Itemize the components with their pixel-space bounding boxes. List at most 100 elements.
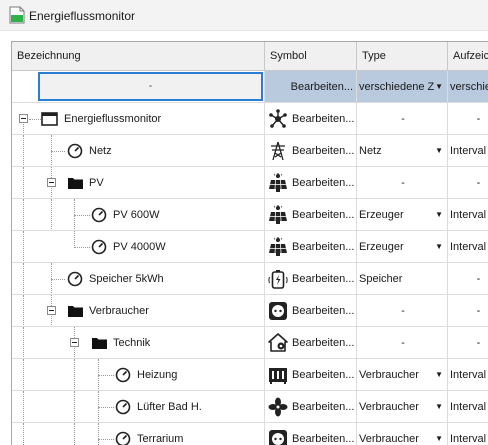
aggregation-value: Interval bbox=[450, 369, 487, 381]
symbol-edit-label: Bearbeiten... bbox=[292, 369, 355, 381]
type-dropdown[interactable]: Verbraucher ▼ bbox=[357, 391, 448, 423]
tree-row[interactable]: Lüfter Bad H. Bearbeiten... Verbraucher … bbox=[12, 391, 488, 423]
chevron-down-icon[interactable]: ▼ bbox=[435, 231, 443, 262]
aggregation-value: - bbox=[476, 113, 481, 125]
collapse-toggle[interactable] bbox=[70, 338, 79, 347]
power-outlet-icon bbox=[269, 302, 287, 320]
symbol-edit-label: Bearbeiten... bbox=[292, 177, 355, 189]
aggregation-value: Interval bbox=[450, 241, 487, 253]
symbol-edit-label: Bearbeiten... bbox=[292, 273, 355, 285]
aggregation-value: - bbox=[476, 273, 481, 285]
tree-item-label: Terrarium bbox=[137, 433, 184, 445]
type-dropdown[interactable]: Verbraucher ▼ bbox=[357, 423, 448, 445]
filter-symbol-label: Bearbeiten... bbox=[290, 81, 353, 93]
filter-name-cell: - bbox=[12, 71, 265, 103]
chevron-down-icon[interactable]: ▼ bbox=[435, 391, 443, 422]
chevron-down-icon[interactable]: ▼ bbox=[435, 71, 443, 102]
column-header-name[interactable]: Bezeichnung bbox=[12, 42, 265, 71]
type-value: Speicher bbox=[359, 273, 403, 285]
gauge-icon bbox=[115, 399, 131, 415]
tree-item-label: Speicher 5kWh bbox=[89, 273, 164, 285]
collapse-toggle[interactable] bbox=[47, 306, 56, 315]
battery-storage-icon bbox=[268, 270, 288, 289]
gauge-icon bbox=[115, 431, 131, 445]
type-dropdown[interactable]: Erzeuger ▼ bbox=[357, 199, 448, 231]
type-value: Verbraucher bbox=[359, 369, 419, 381]
tree-row[interactable]: PV 4000W Bearbeiten... Erzeuger ▼ Interv… bbox=[12, 231, 488, 263]
tree-row[interactable]: Technik Bearbeiten... - - bbox=[12, 327, 488, 359]
tree-item-label: PV 600W bbox=[113, 209, 160, 221]
filter-type-value: verschiedene Z bbox=[359, 81, 435, 93]
tree-row[interactable]: Speicher 5kWh Bearbeiten... Speicher - bbox=[12, 263, 488, 295]
tree-item-label: PV 4000W bbox=[113, 241, 166, 253]
aggregation-value: Interval bbox=[450, 433, 487, 445]
column-header-type[interactable]: Type bbox=[357, 42, 448, 71]
network-nodes-icon bbox=[269, 109, 287, 128]
filter-name-input[interactable]: - bbox=[38, 72, 263, 101]
symbol-edit-label: Bearbeiten... bbox=[292, 145, 355, 157]
tree-row[interactable]: Terrarium Bearbeiten... Verbraucher ▼ In… bbox=[12, 423, 488, 445]
fan-icon bbox=[268, 397, 288, 417]
folder-icon bbox=[68, 178, 83, 189]
column-header-symbol[interactable]: Symbol bbox=[265, 42, 357, 71]
tree-item-label: PV bbox=[89, 177, 104, 189]
gauge-icon bbox=[67, 271, 83, 287]
type-dropdown[interactable]: Erzeuger ▼ bbox=[357, 231, 448, 263]
tree-row[interactable]: Heizung Bearbeiten... Verbraucher ▼ Inte… bbox=[12, 359, 488, 391]
aggregation-value: - bbox=[476, 305, 481, 317]
window-icon bbox=[41, 112, 58, 126]
type-dropdown[interactable]: Verbraucher ▼ bbox=[357, 359, 448, 391]
symbol-edit-label: Bearbeiten... bbox=[292, 433, 355, 445]
aggregation-value: - bbox=[476, 177, 481, 189]
chevron-down-icon[interactable]: ▼ bbox=[435, 135, 443, 166]
chevron-down-icon[interactable]: ▼ bbox=[435, 359, 443, 390]
tree-item-label: Netz bbox=[89, 145, 112, 157]
chevron-down-icon[interactable]: ▼ bbox=[435, 199, 443, 230]
tree-item-label: Energieflussmonitor bbox=[64, 113, 162, 125]
type-value: - bbox=[401, 177, 405, 189]
gauge-icon bbox=[115, 367, 131, 383]
tree-row[interactable]: PV Bearbeiten... - - bbox=[12, 167, 488, 199]
solar-panel-icon bbox=[269, 237, 287, 256]
type-dropdown[interactable]: Netz ▼ bbox=[357, 135, 448, 167]
folder-icon bbox=[92, 338, 107, 349]
filter-symbol-cell[interactable]: Bearbeiten... bbox=[265, 71, 357, 103]
type-value: Netz bbox=[359, 145, 382, 157]
filter-aggregation-value: verschie bbox=[450, 81, 488, 93]
symbol-edit-label: Bearbeiten... bbox=[292, 337, 355, 349]
gauge-icon bbox=[91, 207, 107, 223]
heater-icon bbox=[269, 368, 287, 384]
solar-panel-icon bbox=[269, 173, 287, 192]
type-value: Erzeuger bbox=[359, 241, 404, 253]
tree-row[interactable]: PV 600W Bearbeiten... Erzeuger ▼ Interva… bbox=[12, 199, 488, 231]
type-value: - bbox=[401, 337, 405, 349]
filter-aggregation-cell[interactable]: verschie bbox=[448, 71, 488, 103]
app-icon bbox=[9, 6, 25, 24]
type-value: Erzeuger bbox=[359, 209, 404, 221]
power-outlet-icon bbox=[269, 430, 287, 445]
tree-item-label: Heizung bbox=[137, 369, 178, 381]
tree-grid[interactable]: Bezeichnung Symbol Type Aufzeic - Bearbe… bbox=[11, 41, 488, 445]
type-value: Verbraucher bbox=[359, 433, 419, 445]
window-title: Energieflussmonitor bbox=[29, 9, 136, 23]
collapse-toggle[interactable] bbox=[19, 114, 28, 123]
type-value: Verbraucher bbox=[359, 401, 419, 413]
filter-type-dropdown[interactable]: verschiedene Z ▼ bbox=[357, 71, 448, 103]
chevron-down-icon[interactable]: ▼ bbox=[435, 423, 443, 445]
type-value: - bbox=[401, 305, 405, 317]
solar-panel-icon bbox=[269, 205, 287, 224]
symbol-edit-label: Bearbeiten... bbox=[292, 305, 355, 317]
aggregation-value: Interval bbox=[450, 145, 487, 157]
symbol-edit-label: Bearbeiten... bbox=[292, 401, 355, 413]
tree-row[interactable]: Energieflussmonitor Bearbeiten... - - bbox=[12, 103, 488, 135]
power-tower-icon bbox=[271, 141, 285, 161]
tree-row[interactable]: Verbraucher Bearbeiten... - - bbox=[12, 295, 488, 327]
aggregation-value: Interval bbox=[450, 209, 487, 221]
collapse-toggle[interactable] bbox=[47, 178, 56, 187]
aggregation-value: Interval bbox=[450, 401, 487, 413]
symbol-edit-label: Bearbeiten... bbox=[292, 113, 355, 125]
aggregation-value: - bbox=[476, 337, 481, 349]
tree-row[interactable]: Netz Bearbeiten... Netz ▼ Interval bbox=[12, 135, 488, 167]
column-header-aggregation[interactable]: Aufzeic bbox=[448, 42, 488, 71]
type-value: - bbox=[401, 113, 405, 125]
